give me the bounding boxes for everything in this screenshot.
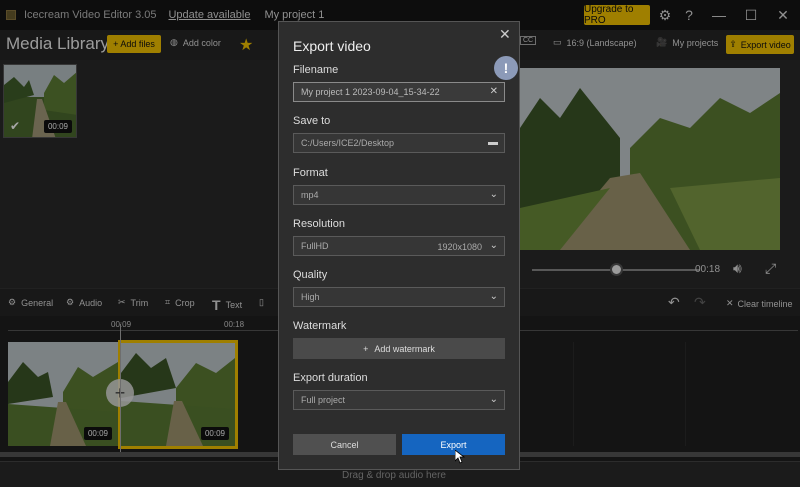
close-icon[interactable]: ✕ bbox=[499, 26, 511, 43]
plus-icon: + bbox=[363, 343, 369, 354]
quality-value: High bbox=[301, 292, 320, 302]
resolution-select[interactable]: FullHD 1920x1080 ⌄ bbox=[293, 236, 505, 256]
dialog-title: Export video bbox=[293, 38, 371, 54]
format-select[interactable]: mp4 ⌄ bbox=[293, 185, 505, 205]
format-label: Format bbox=[293, 167, 328, 179]
quality-label: Quality bbox=[293, 269, 328, 281]
export-video-dialog: Export video ✕ ! Filename My project 1 2… bbox=[278, 21, 520, 470]
filename-value: My project 1 2023-09-04_15-34-22 bbox=[301, 87, 440, 97]
export-duration-label: Export duration bbox=[293, 372, 368, 384]
quality-select[interactable]: High ⌄ bbox=[293, 287, 505, 307]
save-to-label: Save to bbox=[293, 115, 331, 127]
chevron-down-icon: ⌄ bbox=[489, 189, 498, 200]
clear-icon[interactable]: ✕ bbox=[490, 86, 498, 97]
export-button[interactable]: Export bbox=[402, 434, 505, 455]
cancel-button[interactable]: Cancel bbox=[293, 434, 396, 455]
format-value: mp4 bbox=[301, 190, 319, 200]
chevron-down-icon: ⌄ bbox=[489, 291, 498, 302]
add-watermark-label: Add watermark bbox=[374, 343, 435, 354]
export-duration-select[interactable]: Full project ⌄ bbox=[293, 390, 505, 410]
add-watermark-button[interactable]: + Add watermark bbox=[293, 338, 505, 359]
app-window: Icecream Video Editor 3.05 Update availa… bbox=[0, 0, 800, 487]
save-to-field[interactable]: C:/Users/ICE2/Desktop ▬ bbox=[293, 133, 505, 153]
resolution-dims: 1920x1080 bbox=[437, 242, 482, 252]
chevron-down-icon: ⌄ bbox=[489, 394, 498, 405]
filename-label: Filename bbox=[293, 64, 339, 76]
resolution-label: Resolution bbox=[293, 218, 345, 230]
mouse-cursor-icon bbox=[455, 450, 465, 464]
filename-field[interactable]: My project 1 2023-09-04_15-34-22 ✕ bbox=[293, 82, 505, 102]
info-icon[interactable]: ! bbox=[494, 56, 518, 80]
folder-icon[interactable]: ▬ bbox=[488, 137, 498, 148]
resolution-value: FullHD bbox=[301, 241, 329, 251]
watermark-label: Watermark bbox=[293, 320, 347, 332]
save-to-value: C:/Users/ICE2/Desktop bbox=[301, 138, 395, 148]
chevron-down-icon: ⌄ bbox=[489, 240, 498, 251]
export-duration-value: Full project bbox=[301, 395, 346, 405]
